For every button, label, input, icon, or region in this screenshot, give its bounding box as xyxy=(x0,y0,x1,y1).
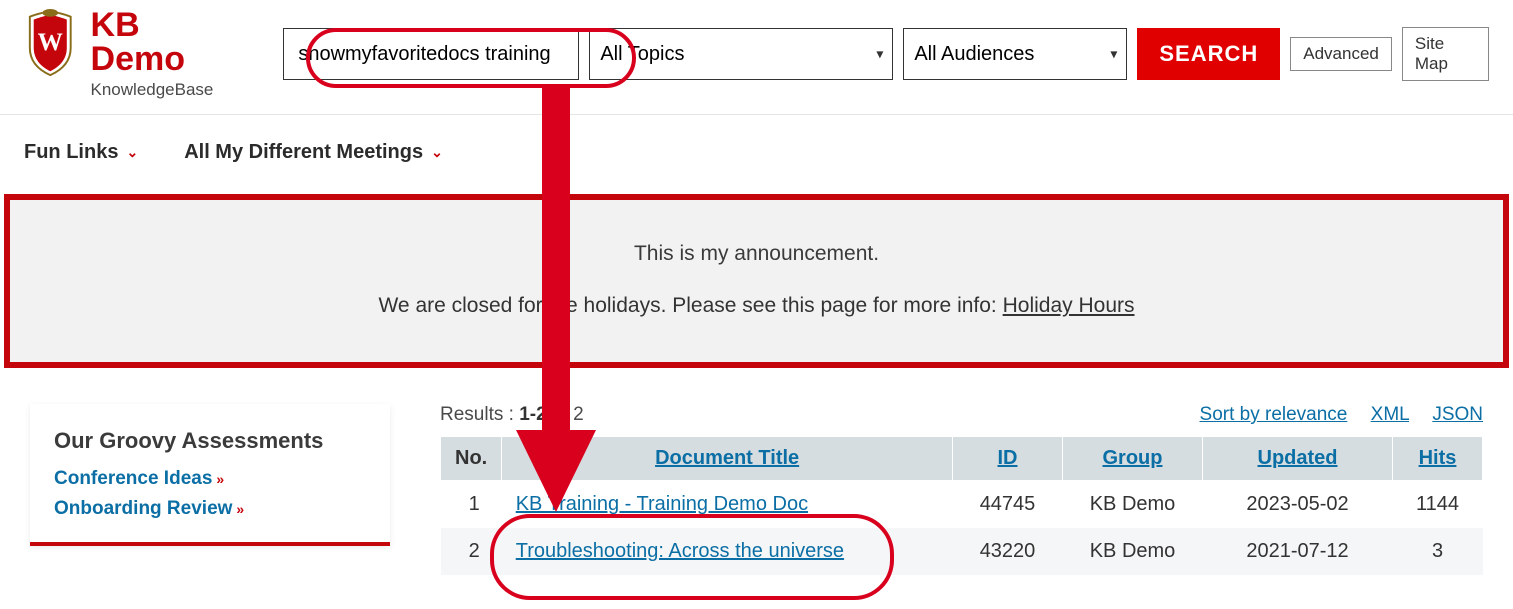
col-header-id[interactable]: ID xyxy=(953,437,1063,481)
results-summary-bar: Results : 1-2 of 2 Sort by relevance XML… xyxy=(440,404,1483,426)
col-header-title[interactable]: Document Title xyxy=(502,437,953,481)
nav-item-label: Fun Links xyxy=(24,141,118,164)
sidebar-heading: Our Groovy Assessments xyxy=(54,428,366,454)
nav-item-meetings[interactable]: All My Different Meetings ⌄ xyxy=(184,141,443,164)
table-row: 2 Troubleshooting: Across the universe 432… xyxy=(441,528,1483,575)
col-header-no: No. xyxy=(441,437,502,481)
header: W KB Demo KnowledgeBase All Topics All A… xyxy=(0,0,1513,115)
doc-title-link[interactable]: Troubleshooting: Across the universe xyxy=(516,540,844,562)
announcement-text: We are closed for the holidays. Please s… xyxy=(378,294,1002,317)
search-area: All Topics All Audiences SEARCH Advanced… xyxy=(283,27,1489,81)
sitemap-link[interactable]: Site Map xyxy=(1402,27,1489,81)
topics-select[interactable]: All Topics xyxy=(589,28,893,80)
nav-bar: Fun Links ⌄ All My Different Meetings ⌄ xyxy=(0,115,1513,194)
uw-crest-icon: W xyxy=(24,8,77,78)
cell-group: KB Demo xyxy=(1063,481,1203,529)
results-table: No. Document Title ID Group Updated Hits… xyxy=(440,436,1483,575)
logo-block: W KB Demo KnowledgeBase xyxy=(24,8,239,100)
site-subtitle: KnowledgeBase xyxy=(91,80,240,100)
results-total: 2 xyxy=(573,404,584,425)
sidebar-link-label: Conference Ideas xyxy=(54,468,212,489)
advanced-link[interactable]: Advanced xyxy=(1290,37,1392,71)
cell-id: 43220 xyxy=(953,528,1063,575)
site-title: KB Demo xyxy=(91,8,240,76)
json-link[interactable]: JSON xyxy=(1432,404,1483,425)
sort-by-relevance-link[interactable]: Sort by relevance xyxy=(1200,404,1348,425)
sidebar-link-label: Onboarding Review xyxy=(54,498,232,519)
audiences-select[interactable]: All Audiences xyxy=(903,28,1127,80)
chevron-down-icon: ⌄ xyxy=(126,144,138,161)
cell-group: KB Demo xyxy=(1063,528,1203,575)
cell-hits: 1144 xyxy=(1393,481,1483,529)
svg-text:W: W xyxy=(38,28,63,56)
nav-item-label: All My Different Meetings xyxy=(184,141,423,164)
col-header-hits[interactable]: Hits xyxy=(1393,437,1483,481)
cell-title: KB Training - Training Demo Doc xyxy=(502,481,953,529)
announcement-banner: This is my announcement. We are closed f… xyxy=(4,194,1509,368)
cell-hits: 3 xyxy=(1393,528,1483,575)
announcement-line-2: We are closed for the holidays. Please s… xyxy=(30,294,1483,318)
search-input[interactable] xyxy=(283,28,579,80)
col-header-group[interactable]: Group xyxy=(1063,437,1203,481)
table-row: 1 KB Training - Training Demo Doc 44745KB … xyxy=(441,481,1483,529)
search-button[interactable]: SEARCH xyxy=(1137,28,1280,80)
holiday-hours-link[interactable]: Holiday Hours xyxy=(1003,294,1135,317)
cell-title: Troubleshooting: Across the universe xyxy=(502,528,953,575)
double-chevron-icon: » xyxy=(216,471,224,487)
double-chevron-icon: » xyxy=(236,501,244,517)
results-range: 1-2 xyxy=(519,404,546,425)
cell-index: 2 xyxy=(441,528,502,575)
announcement-line-1: This is my announcement. xyxy=(30,242,1483,266)
results-panel: Results : 1-2 of 2 Sort by relevance XML… xyxy=(440,404,1513,575)
cell-id: 44745 xyxy=(953,481,1063,529)
results-label-prefix: Results : xyxy=(440,404,519,425)
nav-item-fun-links[interactable]: Fun Links ⌄ xyxy=(24,141,138,164)
doc-title-link[interactable]: KB Training - Training Demo Doc xyxy=(516,493,808,515)
chevron-down-icon: ⌄ xyxy=(431,144,443,161)
results-label-mid: of xyxy=(547,404,573,425)
sidebar-link-onboarding-review[interactable]: Onboarding Review» xyxy=(54,498,366,520)
xml-link[interactable]: XML xyxy=(1371,404,1409,425)
cell-updated: 2021-07-12 xyxy=(1203,528,1393,575)
cell-index: 1 xyxy=(441,481,502,529)
col-header-updated[interactable]: Updated xyxy=(1203,437,1393,481)
cell-updated: 2023-05-02 xyxy=(1203,481,1393,529)
sidebar-link-conference-ideas[interactable]: Conference Ideas» xyxy=(54,468,366,490)
sidebar-assessments: Our Groovy Assessments Conference Ideas»… xyxy=(30,404,390,546)
